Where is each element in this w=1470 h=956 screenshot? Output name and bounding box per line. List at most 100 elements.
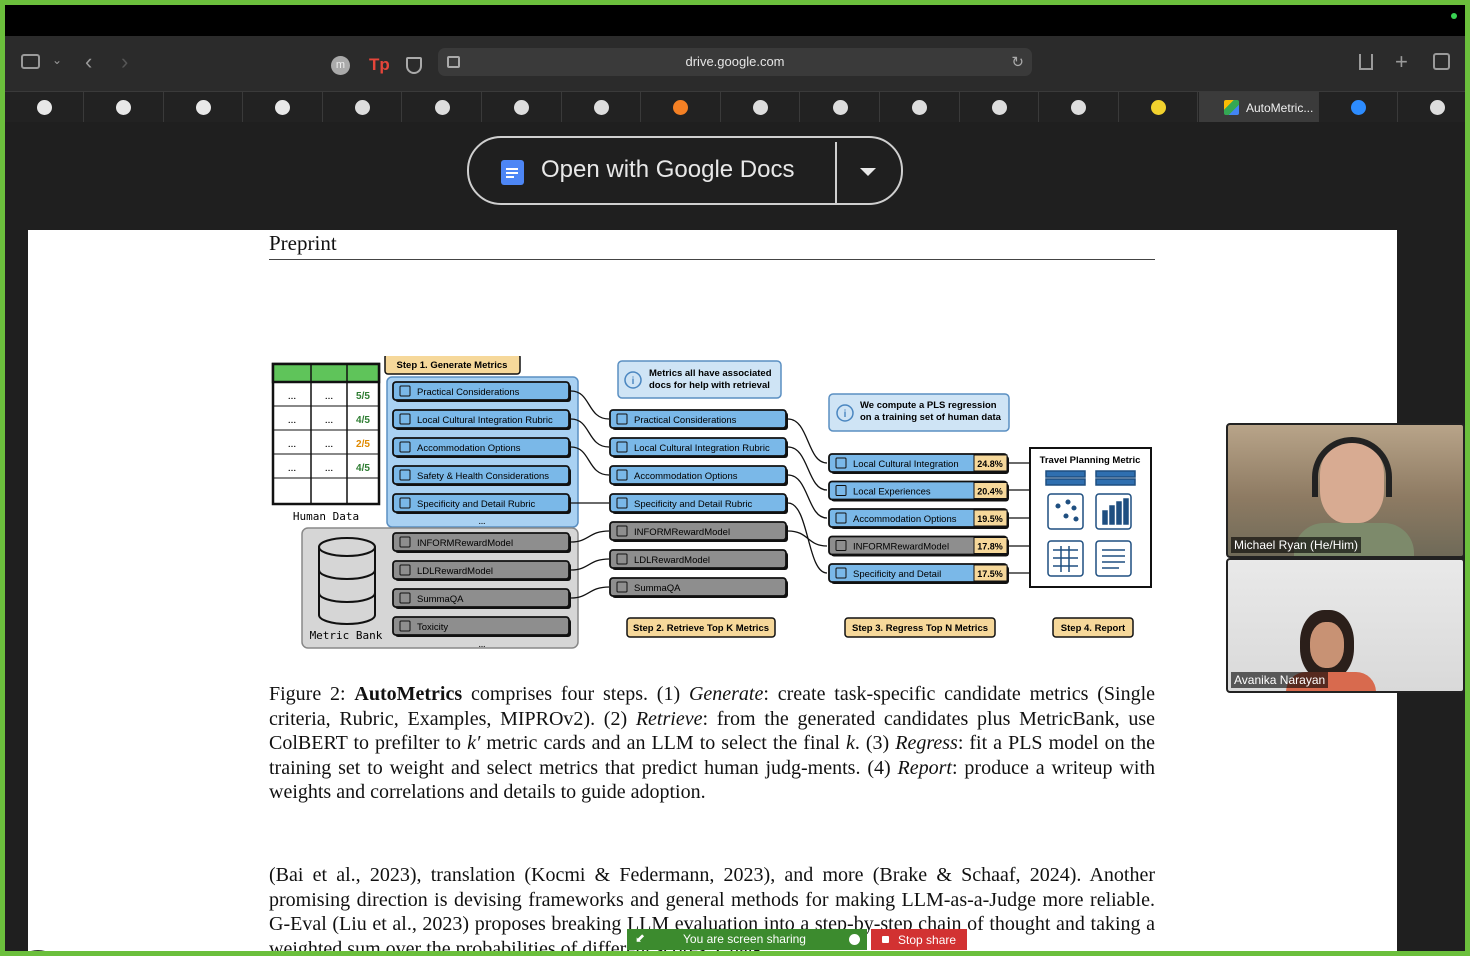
bank-metric-box: INFORMRewardModel xyxy=(392,532,571,553)
metric-label: Accommodation Options xyxy=(417,443,521,454)
browser-tab[interactable] xyxy=(960,92,1040,123)
screen-share-bar: ⬋ You are screen sharing Stop share xyxy=(627,929,971,950)
human-data-table xyxy=(271,362,381,506)
generated-metric-box: Safety & Health Considerations xyxy=(392,465,571,486)
github-icon xyxy=(36,100,52,115)
retrieved-metric-box: Specificity and Detail Rubric xyxy=(609,493,788,514)
note1-line1: Metrics all have associated xyxy=(649,368,772,379)
note2-line2: on a training set of human data xyxy=(860,412,1002,423)
new-tab-icon[interactable]: + xyxy=(1395,51,1408,73)
generated-metric-box: Specificity and Detail Rubric xyxy=(392,493,571,514)
g-icon xyxy=(991,100,1007,115)
retrieved-metric-box: Practical Considerations xyxy=(609,409,788,430)
browser-tab[interactable] xyxy=(1399,92,1465,123)
dropdown-caret-icon[interactable] xyxy=(860,168,876,176)
url-text: drive.google.com xyxy=(685,54,785,69)
metric-label: INFORMRewardModel xyxy=(853,542,949,553)
stack-overflow-icon xyxy=(673,100,689,115)
page-header: Preprint xyxy=(269,231,337,255)
svg-text:i: i xyxy=(844,409,847,420)
table-cell: ... xyxy=(288,390,297,402)
tab-label: AutoMetric... xyxy=(1246,100,1314,115)
bank-metric-box: LDLRewardModel xyxy=(392,560,571,581)
retrieved-metric-box: LDLRewardModel xyxy=(609,549,788,570)
chrome-icon xyxy=(514,100,530,115)
browser-tab[interactable] xyxy=(1040,92,1119,123)
stop-share-label: Stop share xyxy=(898,933,957,947)
chrome-icon xyxy=(593,100,609,115)
browser-tab[interactable] xyxy=(403,92,482,123)
back-icon[interactable]: ‹ xyxy=(85,51,92,73)
forward-icon[interactable]: › xyxy=(121,51,128,73)
box-icon xyxy=(752,100,768,115)
generated-metric-box: Practical Considerations xyxy=(392,381,571,402)
metric-weight: 17.5% xyxy=(977,569,1003,579)
participant-name: Avanika Narayan xyxy=(1231,672,1329,688)
browser-tab[interactable] xyxy=(5,92,84,123)
browser-tab[interactable] xyxy=(881,92,960,123)
video-tile-participant-1[interactable]: Michael Ryan (He/Him) xyxy=(1226,423,1465,558)
tab-overview-icon[interactable] xyxy=(1433,53,1450,70)
metric-weight: 17.8% xyxy=(977,542,1003,552)
github-icon xyxy=(195,100,211,115)
browser-tab[interactable] xyxy=(801,92,880,123)
metric-label: Specificity and Detail Rubric xyxy=(417,499,536,510)
headphones-icon xyxy=(1312,437,1392,497)
browser-tab[interactable] xyxy=(642,92,721,123)
google-drive-icon xyxy=(1224,100,1239,115)
step3-label: Step 3. Regress Top N Metrics xyxy=(852,623,988,634)
zoom-icon xyxy=(1350,100,1366,115)
stop-icon xyxy=(882,936,889,943)
tp-extension-icon[interactable]: Tp xyxy=(369,55,390,75)
human-data-label: Human Data xyxy=(293,510,359,523)
browser-tab[interactable] xyxy=(721,92,801,123)
browser-tab[interactable] xyxy=(562,92,642,123)
video-tile-participant-2[interactable]: Avanika Narayan xyxy=(1226,558,1465,693)
note1-line2: docs for help with retrieval xyxy=(649,380,770,391)
table-cell: ... xyxy=(288,414,297,426)
address-bar[interactable]: drive.google.com ↻ xyxy=(438,48,1032,76)
metric-label: Local Cultural Integration Rubric xyxy=(634,443,770,454)
stop-share-button[interactable]: Stop share xyxy=(871,929,967,950)
chrome-icon xyxy=(354,100,370,115)
sidebar-toggle-icon[interactable] xyxy=(21,54,40,69)
chevron-down-icon[interactable]: ⌄ xyxy=(52,54,62,66)
profile-icon[interactable]: m xyxy=(331,56,350,75)
smiley-icon xyxy=(1150,100,1166,115)
generated-metric-box: Accommodation Options xyxy=(392,437,571,458)
chrome-icon xyxy=(912,100,928,115)
retrieved-metric-box: INFORMRewardModel xyxy=(609,521,788,542)
browser-toolbar: ⌄ ‹ › m Tp drive.google.com ↻ + xyxy=(5,36,1465,91)
metric-weight: 19.5% xyxy=(977,514,1003,524)
regressed-metric-box: Accommodation Options 19.5% xyxy=(828,508,1009,529)
metric-label: Local Cultural Integration Rubric xyxy=(417,415,553,426)
table-cell: ... xyxy=(288,438,297,450)
google-cloud-icon xyxy=(434,100,450,115)
browser-tab[interactable] xyxy=(244,92,323,123)
score-cell: 2/5 xyxy=(356,439,370,450)
browser-tab[interactable] xyxy=(483,92,562,123)
note2-line1: We compute a PLS regression xyxy=(860,400,997,411)
tab-bar: AutoMetric... xyxy=(5,91,1465,123)
generated-metric-box: Local Cultural Integration Rubric xyxy=(392,409,571,430)
reload-icon[interactable]: ↻ xyxy=(1011,53,1024,71)
notion-icon xyxy=(832,100,848,115)
browser-tab[interactable] xyxy=(1319,92,1398,123)
browser-tab[interactable] xyxy=(1119,92,1199,123)
document-page: Preprint ...... 5/5...... 4/5...... 2/5....… xyxy=(28,230,1397,951)
sharing-status[interactable]: ⬋ You are screen sharing xyxy=(627,929,867,950)
metric-label: Accommodation Options xyxy=(853,514,957,525)
retrieved-metric-box: Local Cultural Integration Rubric xyxy=(609,437,788,458)
sharing-text: You are screen sharing xyxy=(683,932,806,946)
browser-tab[interactable] xyxy=(164,92,244,123)
open-with-google-docs-button[interactable]: Open with Google Docs xyxy=(467,136,903,205)
github-icon xyxy=(116,100,132,115)
browser-tab[interactable]: AutoMetric... xyxy=(1199,92,1319,123)
screen: ⌄ ‹ › m Tp drive.google.com ↻ + AutoMetr… xyxy=(5,5,1465,951)
drag-handle-icon[interactable]: ⬋ xyxy=(635,931,645,945)
share-icon[interactable] xyxy=(1359,54,1373,70)
more-ellipsis: ... xyxy=(479,639,486,649)
browser-tab[interactable] xyxy=(323,92,403,123)
shield-icon[interactable] xyxy=(406,57,422,74)
browser-tab[interactable] xyxy=(85,92,164,123)
